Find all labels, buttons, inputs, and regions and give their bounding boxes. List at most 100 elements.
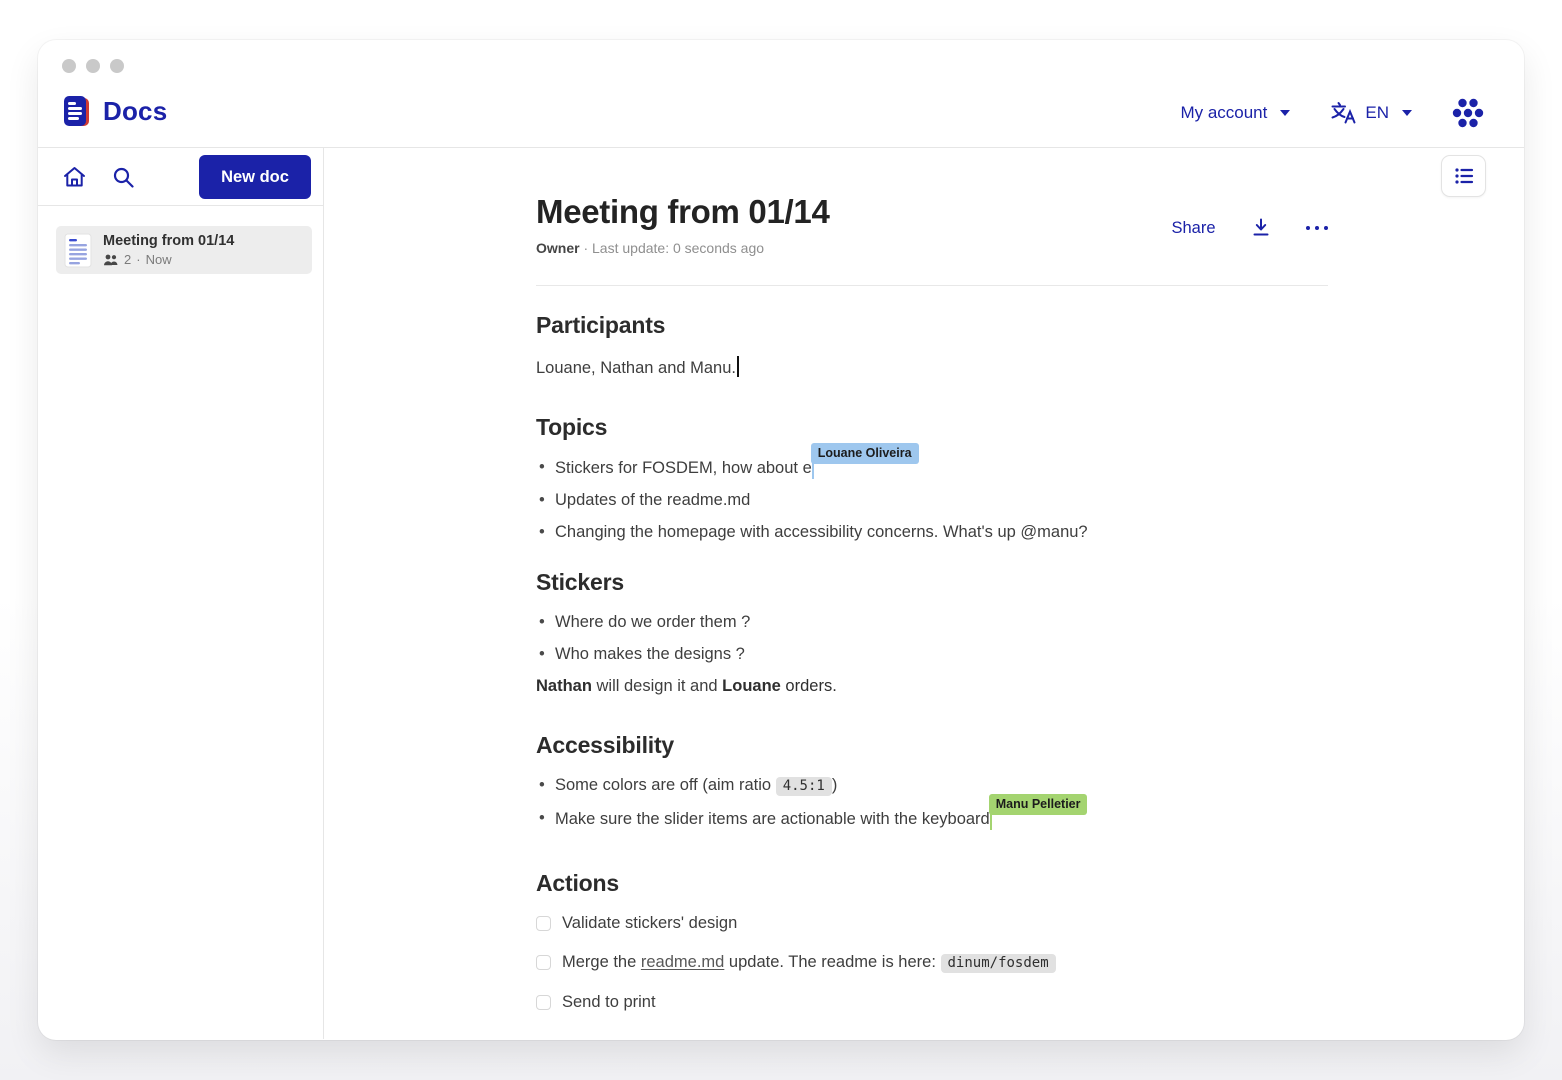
readme-link[interactable]: readme.md bbox=[641, 953, 724, 971]
doc-item-meta: 2 · Now bbox=[103, 252, 234, 267]
language-label: EN bbox=[1365, 103, 1389, 123]
collab-label-louane: Louane Oliveira bbox=[811, 443, 919, 464]
app-logo-text: Docs bbox=[103, 96, 167, 127]
accessibility-list: Some colors are off (aim ratio 4.5:1) Ma… bbox=[536, 772, 1328, 832]
download-button[interactable] bbox=[1250, 217, 1272, 239]
stickers-note-bold: Nathan bbox=[536, 677, 592, 695]
task-item: Send to print bbox=[536, 989, 1328, 1015]
app-logo[interactable]: Docs bbox=[62, 95, 167, 128]
new-doc-button[interactable]: New doc bbox=[199, 155, 311, 199]
header-divider bbox=[536, 285, 1328, 286]
accessibility-item[interactable]: Make sure the slider items are actionabl… bbox=[536, 805, 1328, 832]
task-checkbox[interactable] bbox=[536, 916, 551, 931]
task-checkbox[interactable] bbox=[536, 955, 551, 970]
last-update-text: · Last update: 0 seconds ago bbox=[583, 240, 764, 256]
my-account-label: My account bbox=[1180, 103, 1267, 123]
task-label[interactable]: Merge the readme.md update. The readme i… bbox=[562, 949, 1056, 976]
accessibility-item[interactable]: Some colors are off (aim ratio 4.5:1) bbox=[536, 772, 1328, 799]
doc-updated-time: Now bbox=[146, 252, 172, 267]
sidebar: New doc Meeting from 01/14 bbox=[38, 148, 324, 1039]
collab-caret-manu: Manu Pelletier bbox=[990, 805, 993, 830]
main-area: Meeting from 01/14 Owner · Last update: … bbox=[324, 148, 1524, 1039]
task-text: update. The readme is here: bbox=[724, 953, 940, 971]
document-canvas[interactable]: Meeting from 01/14 Owner · Last update: … bbox=[536, 148, 1328, 1040]
stickers-item-text: Who makes the designs ? bbox=[555, 645, 745, 663]
accessibility-heading[interactable]: Accessibility bbox=[536, 732, 1328, 759]
participants-heading[interactable]: Participants bbox=[536, 312, 1328, 339]
stickers-heading[interactable]: Stickers bbox=[536, 569, 1328, 596]
topics-item-text: Stickers for FOSDEM, how about e bbox=[555, 459, 812, 477]
participants-text-content: Louane, Nathan and Manu. bbox=[536, 359, 736, 377]
window-dot[interactable] bbox=[62, 59, 76, 73]
task-item: Merge the readme.md update. The readme i… bbox=[536, 949, 1328, 976]
task-label[interactable]: Validate stickers' design bbox=[562, 910, 737, 936]
download-icon bbox=[1250, 217, 1272, 239]
topics-item-text: Changing the homepage with accessibility… bbox=[555, 523, 1088, 541]
topics-item[interactable]: Stickers for FOSDEM, how about eLouane O… bbox=[536, 454, 1328, 481]
doc-meta-separator: · bbox=[136, 252, 140, 267]
stickers-note[interactable]: Nathan will design it and Louane orders. bbox=[536, 673, 1328, 699]
more-options-button[interactable] bbox=[1306, 226, 1329, 231]
ratio-code-chip: 4.5:1 bbox=[776, 777, 832, 796]
search-icon bbox=[112, 166, 135, 189]
stickers-note-end: orders. bbox=[781, 677, 837, 695]
app-window: Docs My account EN bbox=[38, 40, 1524, 1040]
table-of-contents-button[interactable] bbox=[1441, 155, 1486, 197]
task-checkbox[interactable] bbox=[536, 995, 551, 1010]
text-caret bbox=[737, 356, 739, 377]
my-account-menu[interactable]: My account bbox=[1180, 103, 1290, 123]
document-actions: Share bbox=[1171, 217, 1328, 239]
app-header: Docs My account EN bbox=[38, 40, 1524, 148]
doc-item-text: Meeting from 01/14 2 · Now bbox=[103, 233, 234, 267]
doc-item-title: Meeting from 01/14 bbox=[103, 233, 234, 250]
document-title-block: Meeting from 01/14 Owner · Last update: … bbox=[536, 193, 830, 256]
docs-logo-icon bbox=[62, 95, 92, 128]
apps-grid-icon bbox=[1452, 98, 1484, 128]
repo-code-chip: dinum/fosdem bbox=[941, 954, 1056, 973]
accessibility-item-text: Some colors are off (aim ratio bbox=[555, 776, 776, 794]
document-icon bbox=[64, 233, 92, 268]
stickers-item[interactable]: Who makes the designs ? bbox=[536, 641, 1328, 667]
stickers-list: Where do we order them ? Who makes the d… bbox=[536, 609, 1328, 667]
participants-text[interactable]: Louane, Nathan and Manu. bbox=[536, 355, 1328, 381]
sidebar-doc-item[interactable]: Meeting from 01/14 2 · Now bbox=[56, 226, 312, 274]
header-actions: My account EN bbox=[1180, 98, 1484, 128]
collab-caret-louane: Louane Oliveira bbox=[812, 454, 815, 479]
stickers-note-bold: Louane bbox=[722, 677, 781, 695]
ellipsis-icon bbox=[1306, 226, 1329, 231]
task-item: Validate stickers' design bbox=[536, 910, 1328, 936]
language-menu[interactable]: EN bbox=[1330, 101, 1412, 125]
topics-item[interactable]: Changing the homepage with accessibility… bbox=[536, 519, 1328, 545]
apps-grid-button[interactable] bbox=[1452, 98, 1484, 128]
doc-members-count: 2 bbox=[124, 252, 131, 267]
share-button[interactable]: Share bbox=[1171, 219, 1215, 238]
window-dot[interactable] bbox=[110, 59, 124, 73]
home-icon bbox=[62, 165, 87, 189]
topics-list: Stickers for FOSDEM, how about eLouane O… bbox=[536, 454, 1328, 545]
task-label[interactable]: Send to print bbox=[562, 989, 656, 1015]
chevron-down-icon bbox=[1402, 110, 1412, 116]
topics-heading[interactable]: Topics bbox=[536, 414, 1328, 441]
window-dot[interactable] bbox=[86, 59, 100, 73]
task-text: Merge the bbox=[562, 953, 641, 971]
accessibility-item-text: Make sure the slider items are actionabl… bbox=[555, 810, 990, 828]
topics-item-text: Updates of the readme.md bbox=[555, 491, 750, 509]
stickers-note-text: will design it and bbox=[592, 677, 722, 695]
translate-icon bbox=[1330, 101, 1356, 125]
home-button[interactable] bbox=[62, 165, 87, 189]
stickers-item-text: Where do we order them ? bbox=[555, 613, 750, 631]
stickers-item[interactable]: Where do we order them ? bbox=[536, 609, 1328, 635]
table-of-contents-icon bbox=[1452, 164, 1476, 188]
actions-heading[interactable]: Actions bbox=[536, 870, 1328, 897]
window-controls bbox=[62, 59, 124, 73]
document-meta: Owner · Last update: 0 seconds ago bbox=[536, 240, 830, 256]
document-title[interactable]: Meeting from 01/14 bbox=[536, 193, 830, 231]
owner-badge: Owner bbox=[536, 240, 580, 256]
collab-label-manu: Manu Pelletier bbox=[989, 794, 1088, 815]
chevron-down-icon bbox=[1280, 110, 1290, 116]
topics-item[interactable]: Updates of the readme.md bbox=[536, 487, 1328, 513]
search-button[interactable] bbox=[112, 166, 135, 189]
accessibility-item-text: ) bbox=[832, 776, 838, 794]
members-icon bbox=[103, 254, 119, 266]
sidebar-toolbar: New doc bbox=[38, 148, 323, 206]
